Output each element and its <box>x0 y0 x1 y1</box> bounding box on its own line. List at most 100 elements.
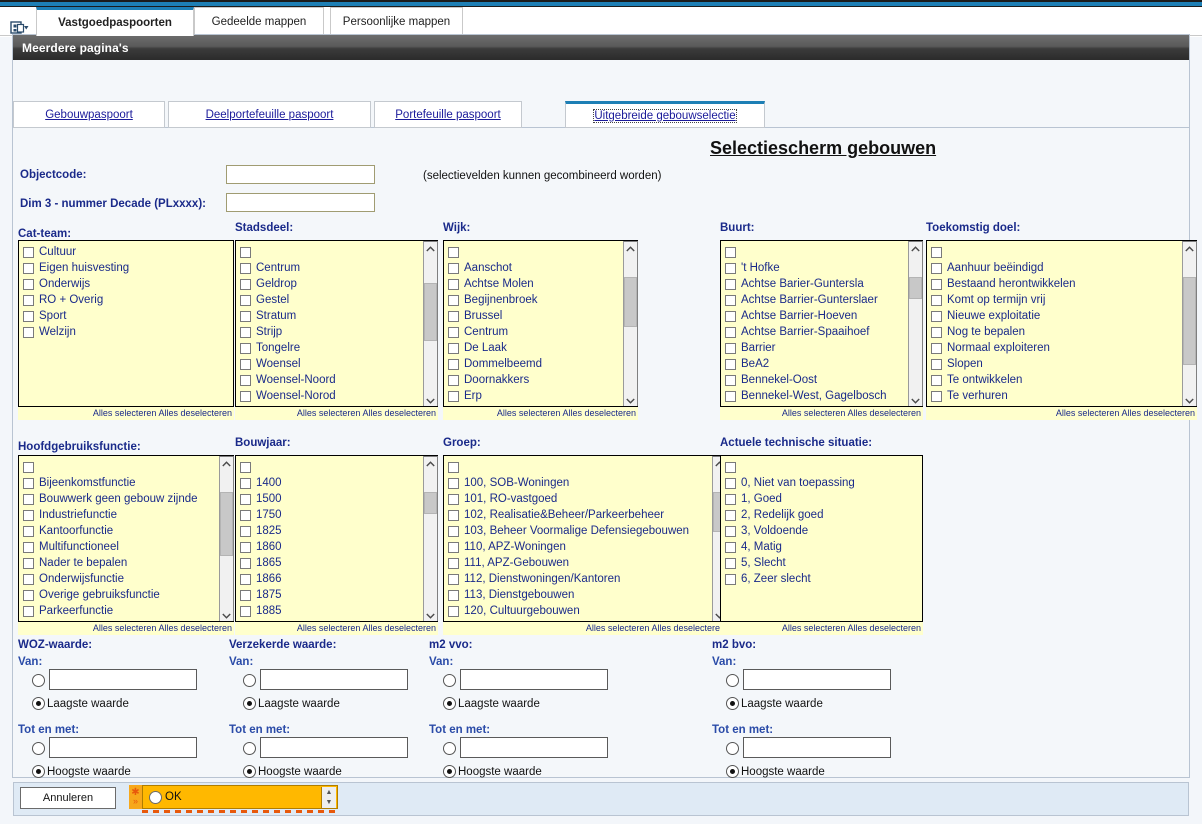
checkbox-icon[interactable] <box>23 461 34 473</box>
checkbox-icon[interactable] <box>240 390 251 402</box>
list-item[interactable]: 0, Niet van toepassing <box>725 475 922 491</box>
checkbox-icon[interactable] <box>448 509 459 521</box>
checkbox-icon[interactable] <box>931 342 942 354</box>
list-item[interactable]: Barrier <box>725 340 923 356</box>
list-item[interactable]: Slopen <box>931 356 1197 372</box>
scrollbar-thumb[interactable] <box>624 277 637 327</box>
range-hoogste-radio[interactable] <box>243 765 256 778</box>
checkbox-icon[interactable] <box>23 589 34 601</box>
list-item[interactable]: Gestel <box>240 292 438 308</box>
checkbox-icon[interactable] <box>448 294 459 306</box>
spinner-down-icon[interactable]: ▼ <box>326 799 333 806</box>
checkbox-icon[interactable] <box>725 557 736 569</box>
list-item[interactable]: Aanhuur beëindigd <box>931 260 1197 276</box>
list-item[interactable]: 4, Matig <box>725 539 922 555</box>
list-item[interactable]: Woensel-Norod <box>240 388 438 404</box>
checkbox-icon[interactable] <box>240 525 251 537</box>
range-tot-custom-radio[interactable] <box>726 742 739 755</box>
checkbox-icon[interactable] <box>23 294 34 306</box>
range-laagste-radio[interactable] <box>443 697 456 710</box>
list-item[interactable]: 102, Realisatie&Beheer/Parkeerbeheer <box>448 507 727 523</box>
list-item[interactable]: Centrum <box>448 324 638 340</box>
range-van-custom-radio[interactable] <box>243 674 256 687</box>
scroll-down-icon[interactable] <box>424 609 437 621</box>
scroll-down-icon[interactable] <box>624 394 637 406</box>
list-item[interactable]: 3, Voldoende <box>725 523 922 539</box>
list-item[interactable]: 1885 <box>240 603 438 619</box>
range-laagste-radio[interactable] <box>243 697 256 710</box>
range-van-input[interactable] <box>260 669 408 690</box>
scroll-up-icon[interactable] <box>424 457 437 470</box>
checkbox-icon[interactable] <box>23 477 34 489</box>
list-item[interactable]: Overige gebruiksfunctie <box>23 587 234 603</box>
subtab-uitgebreide-gebouwselectie[interactable]: Uitgebreide gebouwselectie <box>565 101 765 128</box>
checkbox-icon[interactable] <box>931 358 942 370</box>
list-item[interactable]: 113, Dienstgebouwen <box>448 587 727 603</box>
range-tot-input[interactable] <box>460 737 608 758</box>
checkbox-icon[interactable] <box>448 573 459 585</box>
range-tot-input[interactable] <box>49 737 197 758</box>
checkbox-icon[interactable] <box>931 326 942 338</box>
range-hoogste-radio[interactable] <box>32 765 45 778</box>
scrollbar-thumb[interactable] <box>424 283 437 341</box>
checkbox-icon[interactable] <box>240 573 251 585</box>
subtab-portefeuille-paspoort[interactable]: Portefeuille paspoort <box>374 101 522 128</box>
range-van-custom-radio[interactable] <box>726 674 739 687</box>
checkbox-icon[interactable] <box>448 374 459 386</box>
ok-button[interactable]: OK ▲ ▼ <box>142 785 338 809</box>
list-item[interactable]: 111, APZ-Gebouwen <box>448 555 727 571</box>
scroll-up-icon[interactable] <box>220 457 233 470</box>
checkbox-icon[interactable] <box>240 509 251 521</box>
select-all-link[interactable]: Alles selecteren <box>782 623 846 633</box>
checkbox-icon[interactable] <box>23 557 34 569</box>
list-item-blank[interactable] <box>725 459 922 475</box>
scroll-up-icon[interactable] <box>424 242 437 255</box>
list-item[interactable]: Komt op termijn vrij <box>931 292 1197 308</box>
checkbox-icon[interactable] <box>448 493 459 505</box>
list-item[interactable]: Achtse Molen <box>448 276 638 292</box>
list-item[interactable]: 6, Zeer slecht <box>725 571 922 587</box>
browser-tab-persoonlijke-mappen[interactable]: Persoonlijke mappen <box>330 7 463 36</box>
checkbox-icon[interactable] <box>240 310 251 322</box>
checkbox-icon[interactable] <box>448 358 459 370</box>
select-all-link[interactable]: Alles selecteren <box>782 408 846 418</box>
checkbox-icon[interactable] <box>725 358 736 370</box>
list-item[interactable]: Woensel <box>240 356 438 372</box>
deselect-all-link[interactable]: Alles deselecteren <box>1121 408 1195 418</box>
ok-control[interactable]: ✱ » OK ▲ ▼ <box>129 785 338 813</box>
listbox-body[interactable]: Cultuur Eigen huisvesting Onderwijs RO + Ov… <box>18 240 234 407</box>
deselect-all-link[interactable]: Alles deselecteren <box>158 623 232 633</box>
ok-radio-icon[interactable] <box>149 790 162 804</box>
listbox-body[interactable]: Aanschot Achtse Molen Begijnenbroek Brussel… <box>443 240 638 407</box>
checkbox-icon[interactable] <box>240 246 251 258</box>
checkbox-icon[interactable] <box>448 262 459 274</box>
select-all-link[interactable]: Alles selecteren <box>586 623 650 633</box>
list-item-blank[interactable] <box>23 459 234 475</box>
browser-tab-gedeelde-mappen[interactable]: Gedeelde mappen <box>194 7 324 36</box>
checkbox-icon[interactable] <box>448 342 459 354</box>
list-item[interactable]: BeA2 <box>725 356 923 372</box>
cancel-button[interactable]: Annuleren <box>20 787 116 809</box>
checkbox-icon[interactable] <box>23 509 34 521</box>
list-item[interactable]: Aanschot <box>448 260 638 276</box>
scroll-up-icon[interactable] <box>1183 242 1196 255</box>
list-item[interactable]: Stratum <box>240 308 438 324</box>
list-item-blank[interactable] <box>725 244 923 260</box>
list-item[interactable]: 2, Redelijk goed <box>725 507 922 523</box>
list-item-blank[interactable] <box>240 244 438 260</box>
subtab-gebouwpaspoort[interactable]: Gebouwpaspoort <box>13 101 165 128</box>
checkbox-icon[interactable] <box>725 390 736 402</box>
list-item[interactable]: Kantoorfunctie <box>23 523 234 539</box>
list-item[interactable]: 103, Beheer Voormalige Defensiegebouwen <box>448 523 727 539</box>
checkbox-icon[interactable] <box>725 278 736 290</box>
listbox-body[interactable]: 't Hofke Achtse Barier-Guntersla Achtse Ba… <box>720 240 923 407</box>
listbox-scrollbar[interactable] <box>908 241 923 406</box>
checkbox-icon[interactable] <box>240 262 251 274</box>
list-item[interactable]: Bennekel-West, Gagelbosch <box>725 388 923 404</box>
listbox-scrollbar[interactable] <box>623 241 638 406</box>
deselect-all-link[interactable]: Alles deselecteren <box>362 408 436 418</box>
list-item[interactable]: Strijp <box>240 324 438 340</box>
range-hoogste-radio[interactable] <box>726 765 739 778</box>
listbox-scrollbar[interactable] <box>1182 241 1197 406</box>
list-item[interactable]: Normaal exploiteren <box>931 340 1197 356</box>
